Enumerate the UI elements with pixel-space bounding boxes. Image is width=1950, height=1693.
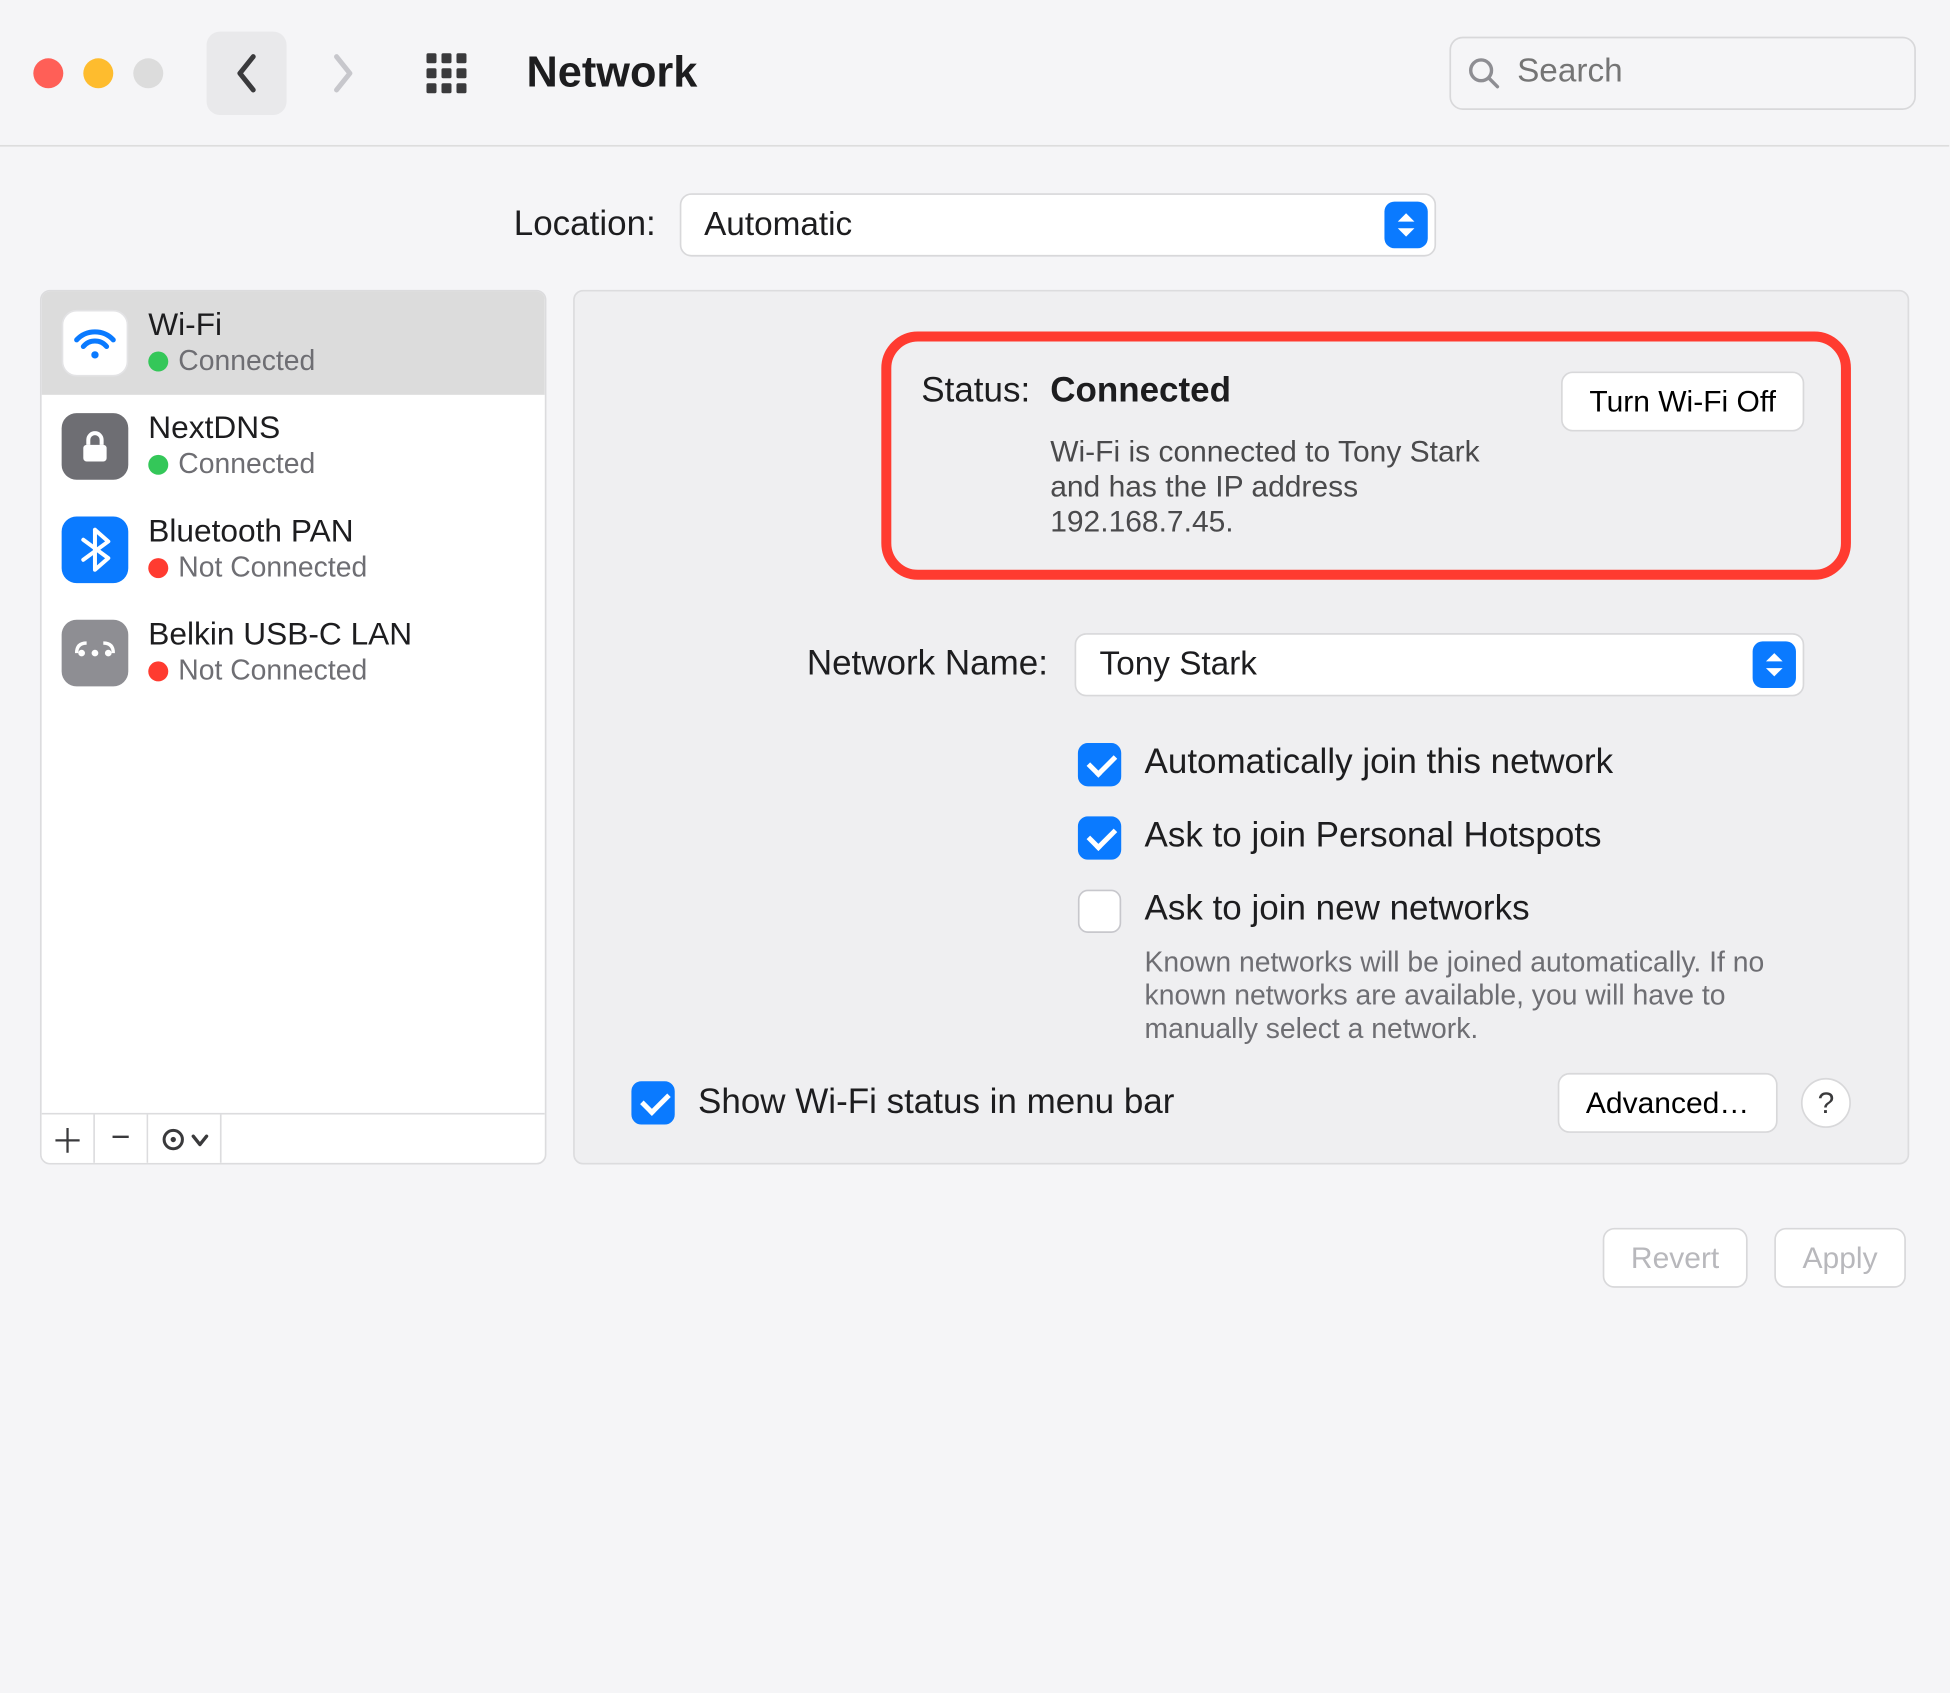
ask-new-networks-label: Ask to join new networks	[1145, 890, 1811, 930]
search-input[interactable]	[1514, 52, 1898, 94]
status-value: Connected	[1050, 372, 1538, 412]
network-sidebar: Wi-Fi Connected NextDNS Connected	[40, 290, 546, 1165]
grid-icon	[426, 52, 466, 92]
window-controls	[33, 57, 163, 87]
close-window-button[interactable]	[33, 57, 63, 87]
location-value: Automatic	[704, 206, 852, 244]
sidebar-item-label: Wi-Fi	[148, 308, 315, 345]
status-dot-icon	[148, 352, 168, 372]
sidebar-item-bluetooth-pan[interactable]: Bluetooth PAN Not Connected	[42, 498, 545, 601]
ethernet-icon	[62, 620, 129, 687]
network-actions-menu[interactable]	[148, 1115, 221, 1163]
sidebar-item-nextdns[interactable]: NextDNS Connected	[42, 395, 545, 498]
network-name-select[interactable]: Tony Stark	[1075, 633, 1805, 696]
gear-with-chevron-icon	[159, 1125, 209, 1152]
minimize-window-button[interactable]	[83, 57, 113, 87]
zoom-window-button[interactable]	[133, 57, 163, 87]
detail-pane: Status: Connected Wi-Fi is connected to …	[573, 290, 1909, 1165]
show-in-menubar-label: Show Wi-Fi status in menu bar	[698, 1083, 1534, 1123]
ask-new-networks-checkbox[interactable]	[1078, 890, 1121, 933]
updown-icon	[1384, 202, 1427, 249]
back-button[interactable]	[207, 31, 287, 114]
revert-button[interactable]: Revert	[1603, 1228, 1748, 1288]
chevron-right-icon	[330, 52, 357, 92]
wifi-toggle-button[interactable]: Turn Wi-Fi Off	[1561, 372, 1804, 432]
location-label: Location:	[514, 205, 656, 245]
network-name-value: Tony Stark	[1100, 646, 1257, 684]
sidebar-item-belkin-lan[interactable]: Belkin USB-C LAN Not Connected	[42, 601, 545, 704]
ask-hotspot-label: Ask to join Personal Hotspots	[1145, 816, 1602, 856]
sidebar-item-status: Connected	[178, 448, 315, 481]
sidebar-item-status: Connected	[178, 345, 315, 378]
search-icon	[1468, 54, 1501, 91]
status-dot-icon	[148, 558, 168, 578]
wifi-icon	[62, 310, 129, 377]
sidebar-item-status: Not Connected	[178, 551, 367, 584]
show-in-menubar-checkbox[interactable]	[631, 1081, 674, 1124]
add-network-button[interactable]: ＋	[42, 1115, 95, 1163]
help-button[interactable]: ?	[1801, 1078, 1851, 1128]
sidebar-item-wifi[interactable]: Wi-Fi Connected	[42, 292, 545, 395]
sidebar-item-label: Bluetooth PAN	[148, 515, 367, 552]
lock-icon	[62, 413, 129, 480]
network-name-label: Network Name:	[631, 645, 1048, 685]
show-all-button[interactable]	[413, 52, 480, 92]
search-field[interactable]	[1449, 36, 1915, 109]
apply-button[interactable]: Apply	[1774, 1228, 1906, 1288]
auto-join-checkbox[interactable]	[1078, 743, 1121, 786]
ask-hotspot-checkbox[interactable]	[1078, 816, 1121, 859]
auto-join-label: Automatically join this network	[1145, 743, 1614, 783]
ask-new-networks-desc: Known networks will be joined automatica…	[1145, 946, 1811, 1046]
status-dot-icon	[148, 661, 168, 681]
sidebar-item-status: Not Connected	[178, 655, 367, 688]
location-select[interactable]: Automatic	[679, 193, 1435, 256]
advanced-button[interactable]: Advanced…	[1558, 1073, 1778, 1133]
status-highlight: Status: Connected Wi-Fi is connected to …	[881, 332, 1851, 580]
status-label: Status:	[921, 372, 1030, 412]
forward-button[interactable]	[303, 31, 383, 114]
chevron-left-icon	[233, 52, 260, 92]
bluetooth-icon	[62, 516, 129, 583]
sidebar-item-label: Belkin USB-C LAN	[148, 618, 412, 655]
status-description: Wi-Fi is connected to Tony Stark and has…	[1050, 435, 1538, 540]
page-title: Network	[526, 47, 697, 99]
sidebar-item-label: NextDNS	[148, 412, 315, 449]
status-dot-icon	[148, 455, 168, 475]
remove-network-button[interactable]: −	[95, 1115, 148, 1163]
updown-icon	[1753, 641, 1796, 688]
